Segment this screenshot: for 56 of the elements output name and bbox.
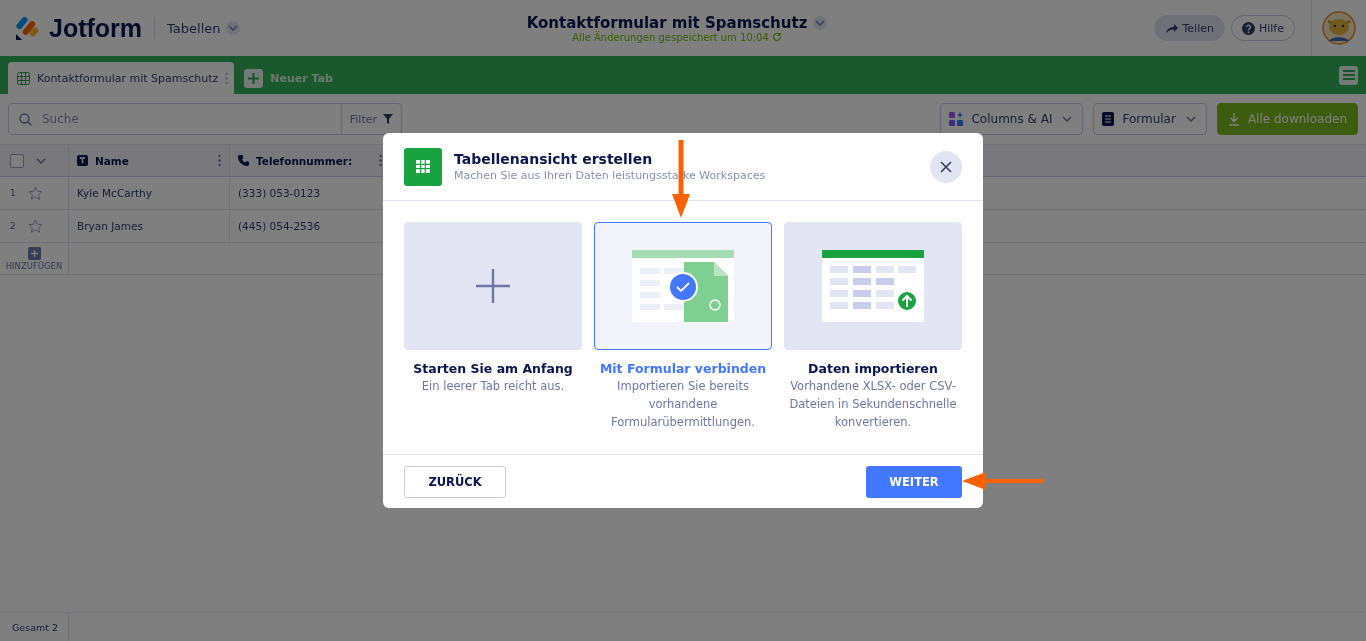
product-switcher[interactable]: Tabellen bbox=[167, 20, 240, 36]
star-icon[interactable] bbox=[28, 185, 43, 201]
dialog-title: Tabellenansicht erstellen bbox=[454, 151, 654, 167]
plus-icon bbox=[244, 68, 264, 88]
form-title[interactable]: Kontaktformular mit Spamschutz bbox=[526, 13, 808, 32]
help-button[interactable]: Hilfe bbox=[1230, 15, 1295, 41]
plus-icon bbox=[475, 268, 511, 304]
option-description: Importieren Sie bereits vorhandene Formularübermittlungen. bbox=[610, 378, 756, 431]
option-card[interactable] bbox=[594, 222, 772, 350]
chevron-down-icon bbox=[225, 21, 240, 35]
form-button[interactable]: Formular bbox=[1093, 103, 1207, 135]
share-button[interactable]: Teilen bbox=[1154, 15, 1225, 41]
menu-button[interactable] bbox=[1339, 65, 1358, 85]
column-header[interactable]: Name bbox=[69, 145, 230, 176]
chevron-down-icon bbox=[813, 15, 828, 30]
search-field[interactable]: Suche Filter bbox=[8, 103, 402, 135]
phone-icon bbox=[238, 155, 249, 166]
more-vertical-icon bbox=[379, 154, 382, 167]
cartoon-avatar-icon bbox=[1322, 11, 1356, 45]
menu-icon bbox=[1342, 70, 1355, 80]
logo-text: Jotform bbox=[49, 13, 143, 43]
share-arrow-icon bbox=[1165, 22, 1179, 34]
back-button[interactable]: ZURÜCK bbox=[404, 465, 506, 498]
download-icon bbox=[1227, 112, 1240, 126]
text-type-icon bbox=[77, 155, 88, 166]
select-all-checkbox[interactable] bbox=[10, 153, 24, 168]
table-cell: Bryan James bbox=[69, 210, 230, 242]
table-cell: Kyle McCarthy bbox=[69, 177, 230, 209]
more-vertical-icon bbox=[218, 154, 221, 167]
row-total: Gesamt 2 bbox=[0, 613, 69, 641]
close-icon bbox=[940, 160, 952, 173]
option-title: Mit Formular verbinden bbox=[599, 361, 767, 376]
grid-icon bbox=[17, 71, 30, 85]
logo-icon bbox=[15, 15, 41, 41]
columns-button[interactable]: Columns & AI bbox=[940, 103, 1084, 135]
option-title: Starten Sie am Anfang bbox=[413, 361, 573, 376]
save-status: Alle Änderungen gespeichert um 10:04 bbox=[572, 31, 769, 43]
option-description: Vorhandene XLSX- oder CSV-Dateien in Sekundenschnelle konvertieren. bbox=[788, 378, 958, 431]
row-number: 1 bbox=[10, 188, 17, 198]
next-button[interactable]: WEITER bbox=[866, 465, 962, 498]
option-description: Ein leerer Tab reicht aus. bbox=[421, 378, 565, 395]
sheet-tab[interactable]: Kontaktformular mit Spamschutz bbox=[8, 62, 235, 94]
plus-icon bbox=[27, 246, 41, 260]
filter-icon bbox=[383, 114, 393, 124]
close-button[interactable] bbox=[930, 150, 962, 183]
add-row-button[interactable]: HINZUFÜGEN bbox=[0, 243, 69, 274]
more-vertical-icon bbox=[225, 71, 229, 85]
star-icon[interactable] bbox=[28, 218, 43, 234]
table-icon bbox=[404, 147, 442, 186]
refresh-icon bbox=[771, 32, 782, 42]
row-number: 2 bbox=[10, 221, 17, 231]
document-icon bbox=[1102, 112, 1115, 126]
help-icon bbox=[1241, 21, 1255, 35]
option-title: Daten importieren bbox=[808, 361, 938, 376]
search-icon bbox=[19, 112, 32, 126]
tiles-icon bbox=[949, 112, 964, 126]
